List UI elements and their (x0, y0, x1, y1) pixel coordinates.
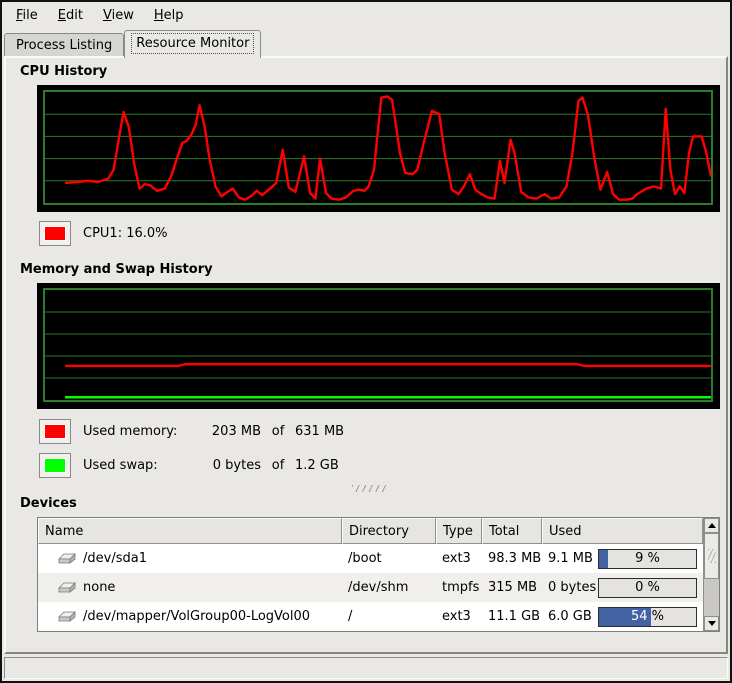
device-used: 6.0 GB (548, 609, 592, 624)
scroll-up-button[interactable] (704, 518, 719, 533)
system-monitor-window: File Edit View Help Process Listing Reso… (0, 0, 732, 683)
devices-table-header: Name Directory Type Total Used (38, 518, 703, 544)
tab-process-listing[interactable]: Process Listing (4, 33, 124, 56)
total-swap-value: 1.2 GB (295, 458, 726, 473)
device-type: tmpfs (436, 580, 482, 595)
pane-resize-grip[interactable] (352, 485, 386, 492)
menu-view[interactable]: View (93, 5, 144, 26)
cpu-history-title: CPU History (20, 64, 726, 79)
tab-resource-monitor[interactable]: Resource Monitor (124, 30, 261, 58)
column-header-used[interactable]: Used (542, 518, 703, 544)
total-memory-value: 631 MB (295, 424, 726, 439)
scrollbar-trough[interactable] (704, 579, 719, 616)
used-memory-value: 203 MB (201, 424, 261, 439)
device-row-none[interactable]: none /dev/shm tmpfs 315 MB 0 bytes 0 % 0… (38, 573, 703, 602)
menubar: File Edit View Help (2, 2, 730, 28)
swap-color-button[interactable] (39, 453, 71, 478)
device-name: /dev/mapper/VolGroup00-LogVol00 (83, 609, 310, 624)
column-header-type[interactable]: Type (436, 518, 482, 544)
cpu-history-plot (45, 92, 711, 203)
cpu-color-button[interactable] (39, 221, 71, 246)
cpu-legend: CPU1: 16.0% (39, 220, 726, 246)
device-name: none (83, 580, 115, 595)
pane-separator (12, 482, 726, 494)
arrow-down-icon (708, 621, 716, 626)
drive-icon (56, 581, 76, 595)
resource-monitor-page: CPU History CPU1: 16.0% Memory and Swap … (4, 56, 728, 654)
column-header-total[interactable]: Total (482, 518, 542, 544)
device-type: ext3 (436, 551, 482, 566)
memory-color-swatch (44, 424, 66, 439)
device-directory: /dev/shm (342, 580, 436, 595)
tab-strip: Process Listing Resource Monitor (2, 28, 730, 56)
usage-progressbar: 9 % 9 % (598, 549, 697, 569)
usage-progressbar: 0 % 0 % (598, 578, 697, 598)
scrollbar-thumb[interactable] (704, 533, 719, 579)
device-total: 11.1 GB (482, 609, 542, 624)
cpu-history-graph (37, 85, 720, 212)
drive-icon (56, 552, 76, 566)
used-memory-label: Used memory: (83, 424, 201, 439)
usage-progressbar: 54 % 54 % (598, 607, 697, 627)
status-bar (4, 657, 728, 679)
used-swap-value: 0 bytes (201, 458, 261, 473)
device-used: 0 bytes (548, 580, 596, 595)
swap-color-swatch (44, 458, 66, 473)
device-directory: / (342, 609, 436, 624)
memory-swap-plot (45, 290, 711, 400)
drive-icon (56, 610, 76, 624)
device-type: ext3 (436, 609, 482, 624)
column-header-directory[interactable]: Directory (342, 518, 436, 544)
devices-title: Devices (20, 496, 726, 511)
memory-swap-graph (37, 283, 720, 409)
devices-table: Name Directory Type Total Used /dev/sda1 (37, 517, 720, 632)
vertical-scrollbar (703, 518, 719, 631)
device-used: 9.1 MB (548, 551, 593, 566)
menu-help[interactable]: Help (144, 5, 194, 26)
menu-edit[interactable]: Edit (48, 5, 93, 26)
device-name: /dev/sda1 (83, 551, 147, 566)
memory-history-title: Memory and Swap History (20, 262, 726, 277)
cpu-legend-label: CPU1: 16.0% (83, 226, 168, 241)
column-header-name[interactable]: Name (38, 518, 342, 544)
memory-color-button[interactable] (39, 419, 71, 444)
used-swap-label: Used swap: (83, 458, 201, 473)
device-row-volgroup[interactable]: /dev/mapper/VolGroup00-LogVol00 / ext3 1… (38, 602, 703, 631)
scroll-down-button[interactable] (704, 616, 719, 631)
cpu-color-swatch (44, 226, 66, 241)
device-total: 98.3 MB (482, 551, 542, 566)
memory-legend: Used memory: 203 MB of 631 MB Used swap:… (39, 419, 726, 478)
device-total: 315 MB (482, 580, 542, 595)
device-row-sda1[interactable]: /dev/sda1 /boot ext3 98.3 MB 9.1 MB 9 % … (38, 544, 703, 573)
device-directory: /boot (342, 551, 436, 566)
menu-file[interactable]: File (6, 5, 48, 26)
thumb-grip-icon (708, 549, 716, 563)
arrow-up-icon (708, 523, 716, 528)
